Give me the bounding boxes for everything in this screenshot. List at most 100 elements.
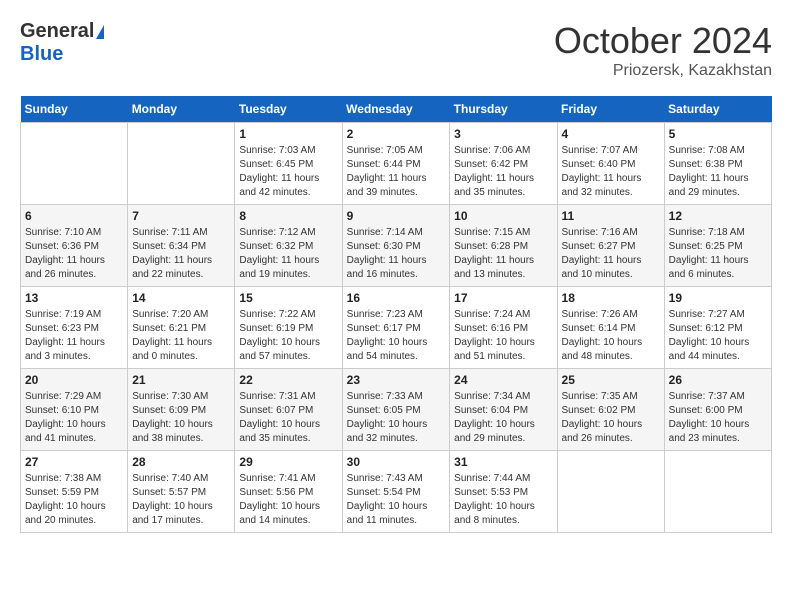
day-number: 8 [239, 209, 337, 223]
day-number: 24 [454, 373, 552, 387]
day-detail: Sunrise: 7:31 AMSunset: 6:07 PMDaylight:… [239, 390, 337, 446]
calendar-cell: 5 Sunrise: 7:08 AMSunset: 6:38 PMDaylight… [664, 123, 771, 205]
day-detail: Sunrise: 7:08 AMSunset: 6:38 PMDaylight:… [669, 144, 767, 200]
day-number: 12 [669, 209, 767, 223]
weekday-header: Thursday [450, 96, 557, 123]
day-number: 5 [669, 127, 767, 141]
day-detail: Sunrise: 7:16 AMSunset: 6:27 PMDaylight:… [562, 226, 660, 282]
day-detail: Sunrise: 7:33 AMSunset: 6:05 PMDaylight:… [347, 390, 446, 446]
calendar-cell [128, 123, 235, 205]
day-detail: Sunrise: 7:06 AMSunset: 6:42 PMDaylight:… [454, 144, 552, 200]
logo-icon [96, 25, 104, 39]
calendar-cell: 21 Sunrise: 7:30 AMSunset: 6:09 PMDayligh… [128, 369, 235, 451]
day-number: 30 [347, 455, 446, 469]
calendar-cell: 1 Sunrise: 7:03 AMSunset: 6:45 PMDaylight… [235, 123, 342, 205]
weekday-header: Friday [557, 96, 664, 123]
day-detail: Sunrise: 7:24 AMSunset: 6:16 PMDaylight:… [454, 308, 552, 364]
day-detail: Sunrise: 7:34 AMSunset: 6:04 PMDaylight:… [454, 390, 552, 446]
day-number: 23 [347, 373, 446, 387]
day-number: 14 [132, 291, 230, 305]
calendar-cell: 26Sunrise: 7:37 AMSunset: 6:00 PMDayligh… [664, 369, 771, 451]
calendar-cell: 11 Sunrise: 7:16 AMSunset: 6:27 PMDayligh… [557, 205, 664, 287]
weekday-header: Sunday [21, 96, 128, 123]
calendar-cell: 10 Sunrise: 7:15 AMSunset: 6:28 PMDayligh… [450, 205, 557, 287]
day-detail: Sunrise: 7:44 AMSunset: 5:53 PMDaylight:… [454, 472, 552, 528]
page-header: General Blue October 2024 Priozersk, Kaz… [20, 20, 772, 80]
calendar-table: SundayMondayTuesdayWednesdayThursdayFrid… [20, 96, 772, 533]
calendar-cell [664, 451, 771, 533]
calendar-cell: 18 Sunrise: 7:26 AMSunset: 6:14 PMDayligh… [557, 287, 664, 369]
day-number: 18 [562, 291, 660, 305]
day-detail: Sunrise: 7:43 AMSunset: 5:54 PMDaylight:… [347, 472, 446, 528]
calendar-cell: 4Sunrise: 7:07 AMSunset: 6:40 PMDaylight… [557, 123, 664, 205]
day-number: 6 [25, 209, 123, 223]
day-detail: Sunrise: 7:30 AMSunset: 6:09 PMDaylight:… [132, 390, 230, 446]
calendar-cell: 20 Sunrise: 7:29 AMSunset: 6:10 PMDayligh… [21, 369, 128, 451]
day-detail: Sunrise: 7:37 AMSunset: 6:00 PMDaylight:… [669, 390, 767, 446]
logo: General Blue [20, 20, 104, 66]
day-detail: Sunrise: 7:20 AMSunset: 6:21 PMDaylight:… [132, 308, 230, 364]
calendar-cell: 14 Sunrise: 7:20 AMSunset: 6:21 PMDayligh… [128, 287, 235, 369]
day-number: 31 [454, 455, 552, 469]
day-detail: Sunrise: 7:12 AMSunset: 6:32 PMDaylight:… [239, 226, 337, 282]
day-detail: Sunrise: 7:10 AMSunset: 6:36 PMDaylight:… [25, 226, 123, 282]
day-detail: Sunrise: 7:18 AMSunset: 6:25 PMDaylight:… [669, 226, 767, 282]
calendar-cell [557, 451, 664, 533]
calendar-cell: 9 Sunrise: 7:14 AMSunset: 6:30 PMDaylight… [342, 205, 450, 287]
calendar-cell [21, 123, 128, 205]
calendar-cell: 22 Sunrise: 7:31 AMSunset: 6:07 PMDayligh… [235, 369, 342, 451]
day-detail: Sunrise: 7:15 AMSunset: 6:28 PMDaylight:… [454, 226, 552, 282]
day-number: 10 [454, 209, 552, 223]
weekday-header: Monday [128, 96, 235, 123]
calendar-cell: 16 Sunrise: 7:23 AMSunset: 6:17 PMDayligh… [342, 287, 450, 369]
weekday-header: Saturday [664, 96, 771, 123]
calendar-cell: 15 Sunrise: 7:22 AMSunset: 6:19 PMDayligh… [235, 287, 342, 369]
day-detail: Sunrise: 7:27 AMSunset: 6:12 PMDaylight:… [669, 308, 767, 364]
calendar-cell: 27 Sunrise: 7:38 AMSunset: 5:59 PMDayligh… [21, 451, 128, 533]
weekday-header: Tuesday [235, 96, 342, 123]
day-number: 16 [347, 291, 446, 305]
day-number: 19 [669, 291, 767, 305]
day-detail: Sunrise: 7:41 AMSunset: 5:56 PMDaylight:… [239, 472, 337, 528]
calendar-cell: 25 Sunrise: 7:35 AMSunset: 6:02 PMDayligh… [557, 369, 664, 451]
calendar-cell: 23 Sunrise: 7:33 AMSunset: 6:05 PMDayligh… [342, 369, 450, 451]
day-detail: Sunrise: 7:38 AMSunset: 5:59 PMDaylight:… [25, 472, 123, 528]
day-number: 27 [25, 455, 123, 469]
day-detail: Sunrise: 7:26 AMSunset: 6:14 PMDaylight:… [562, 308, 660, 364]
day-detail: Sunrise: 7:22 AMSunset: 6:19 PMDaylight:… [239, 308, 337, 364]
day-number: 11 [562, 209, 660, 223]
day-number: 17 [454, 291, 552, 305]
day-number: 4 [562, 127, 660, 141]
calendar-cell: 19 Sunrise: 7:27 AMSunset: 6:12 PMDayligh… [664, 287, 771, 369]
day-number: 22 [239, 373, 337, 387]
day-number: 9 [347, 209, 446, 223]
location-subtitle: Priozersk, Kazakhstan [554, 62, 772, 80]
day-number: 15 [239, 291, 337, 305]
calendar-cell: 17 Sunrise: 7:24 AMSunset: 6:16 PMDayligh… [450, 287, 557, 369]
day-number: 21 [132, 373, 230, 387]
calendar-cell: 2Sunrise: 7:05 AMSunset: 6:44 PMDaylight… [342, 123, 450, 205]
day-detail: Sunrise: 7:23 AMSunset: 6:17 PMDaylight:… [347, 308, 446, 364]
month-title: October 2024 [554, 20, 772, 62]
calendar-cell: 13Sunrise: 7:19 AMSunset: 6:23 PMDayligh… [21, 287, 128, 369]
day-number: 3 [454, 127, 552, 141]
calendar-cell: 7Sunrise: 7:11 AMSunset: 6:34 PMDaylight… [128, 205, 235, 287]
calendar-cell: 29 Sunrise: 7:41 AMSunset: 5:56 PMDayligh… [235, 451, 342, 533]
day-detail: Sunrise: 7:14 AMSunset: 6:30 PMDaylight:… [347, 226, 446, 282]
day-number: 25 [562, 373, 660, 387]
title-section: October 2024 Priozersk, Kazakhstan [554, 20, 772, 80]
day-number: 29 [239, 455, 337, 469]
day-detail: Sunrise: 7:03 AMSunset: 6:45 PMDaylight:… [239, 144, 337, 200]
day-detail: Sunrise: 7:40 AMSunset: 5:57 PMDaylight:… [132, 472, 230, 528]
calendar-cell: 28 Sunrise: 7:40 AMSunset: 5:57 PMDayligh… [128, 451, 235, 533]
calendar-cell: 24 Sunrise: 7:34 AMSunset: 6:04 PMDayligh… [450, 369, 557, 451]
day-detail: Sunrise: 7:29 AMSunset: 6:10 PMDaylight:… [25, 390, 123, 446]
calendar-cell: 3 Sunrise: 7:06 AMSunset: 6:42 PMDaylight… [450, 123, 557, 205]
day-number: 1 [239, 127, 337, 141]
day-number: 13 [25, 291, 123, 305]
day-detail: Sunrise: 7:35 AMSunset: 6:02 PMDaylight:… [562, 390, 660, 446]
day-number: 28 [132, 455, 230, 469]
weekday-header: Wednesday [342, 96, 450, 123]
calendar-cell: 31 Sunrise: 7:44 AMSunset: 5:53 PMDayligh… [450, 451, 557, 533]
day-number: 20 [25, 373, 123, 387]
